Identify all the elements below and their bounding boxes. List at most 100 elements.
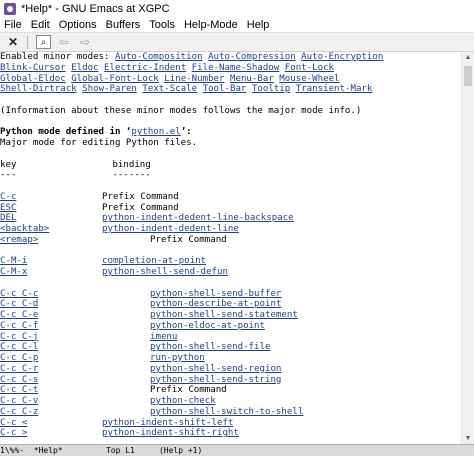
binding-key[interactable]: C-c C-t — [0, 385, 38, 396]
minor-modes-line: Global-Eldoc Global-Font-Lock Line-Numbe… — [0, 74, 460, 85]
command-link[interactable]: python-indent-dedent-line-backspace — [102, 213, 294, 223]
binding-row: C-c < python-indent-shift-left — [0, 418, 460, 429]
binding-key[interactable]: C-c — [0, 192, 16, 203]
minor-mode-link[interactable]: Menu-Bar — [230, 74, 274, 84]
minor-mode-link[interactable]: Font-Lock — [285, 63, 334, 73]
binding-key[interactable]: C-c C-p — [0, 353, 38, 364]
minor-modes-line: Blink-Cursor Eldoc Electric-Indent File-… — [0, 63, 460, 74]
binding-key[interactable]: ESC — [0, 203, 16, 214]
binding-key[interactable]: C-c C-j — [0, 332, 38, 343]
bindings-header-rule: --- ------- — [0, 170, 460, 181]
binding-key[interactable]: C-c C-f — [0, 321, 38, 332]
menu-item-options[interactable]: Options — [55, 19, 102, 31]
binding-key[interactable]: <remap> — [0, 235, 38, 246]
forward-arrow-icon[interactable]: ⇨ — [77, 35, 93, 49]
vertical-scrollbar[interactable]: ▲ ▼ — [461, 52, 474, 444]
minor-mode-link[interactable]: Mouse-Wheel — [279, 74, 339, 84]
binding-key[interactable]: C-c C-r — [0, 364, 38, 375]
command-link[interactable]: python-eldoc-at-point — [150, 321, 265, 331]
command-link[interactable]: run-python — [150, 353, 205, 363]
command-link[interactable]: python-shell-send-string — [150, 375, 281, 385]
menu-item-help-mode[interactable]: Help-Mode — [180, 19, 243, 31]
header-key: key — [0, 159, 17, 170]
binding-key[interactable]: C-c > — [0, 428, 27, 439]
minor-modes-label: Enabled minor modes: — [0, 52, 115, 62]
minor-mode-link[interactable]: File-Name-Shadow — [192, 63, 280, 73]
search-icon[interactable]: ⌕ — [36, 35, 51, 49]
binding-key[interactable]: DEL — [0, 213, 16, 224]
command-link[interactable]: python-shell-switch-to-shell — [150, 407, 303, 417]
command-link[interactable]: python-shell-send-defun — [102, 267, 228, 277]
minor-mode-link[interactable]: Tooltip — [252, 84, 290, 94]
command-link[interactable]: python-indent-shift-left — [102, 418, 233, 428]
menu-item-file[interactable]: File — [0, 19, 27, 31]
binding-row: C-c C-j imenu — [0, 332, 460, 343]
minor-mode-link[interactable]: Auto-Composition — [115, 52, 203, 62]
scroll-up-arrow-icon[interactable]: ▲ — [462, 52, 474, 63]
binding-key[interactable]: C-M-x — [0, 267, 27, 278]
binding-key[interactable]: <backtab> — [0, 224, 49, 235]
scroll-thumb[interactable] — [464, 66, 472, 86]
binding-text: Prefix Command — [102, 191, 179, 202]
command-link[interactable]: python-shell-send-statement — [150, 310, 298, 320]
python-mode-line: Python mode defined in ‘python.el’: — [0, 127, 460, 138]
command-link[interactable]: python-check — [150, 396, 216, 406]
close-buffer-icon[interactable]: ✕ — [5, 35, 21, 49]
python-mode-suffix: ’: — [180, 127, 192, 138]
menu-item-tools[interactable]: Tools — [145, 19, 180, 31]
binding-row: C-c C-f python-eldoc-at-point — [0, 321, 460, 332]
command-link[interactable]: python-indent-dedent-line — [102, 224, 239, 234]
menu-item-edit[interactable]: Edit — [27, 19, 55, 31]
minor-mode-link[interactable]: Global-Font-Lock — [71, 74, 159, 84]
command-link[interactable]: python-describe-at-point — [150, 299, 281, 309]
minor-mode-link[interactable]: Shell-Dirtrack — [0, 84, 77, 94]
binding-row: <backtab> python-indent-dedent-line — [0, 224, 460, 235]
minor-mode-link[interactable]: Line-Number — [164, 74, 224, 84]
binding-row: C-c C-l python-shell-send-file — [0, 342, 460, 353]
command-link[interactable]: python-shell-send-region — [150, 364, 281, 374]
minor-mode-link[interactable]: Global-Eldoc — [0, 74, 66, 84]
command-link[interactable]: completion-at-point — [102, 256, 206, 266]
menu-item-help[interactable]: Help — [243, 19, 275, 31]
menu-bar: File Edit Options Buffers Tools Help-Mode Help — [0, 18, 474, 32]
binding-key[interactable]: C-c C-c — [0, 289, 38, 300]
minor-mode-link[interactable]: Electric-Indent — [104, 63, 186, 73]
minor-mode-link[interactable]: Tool-Bar — [203, 84, 247, 94]
minor-mode-link[interactable]: Auto-Compression — [208, 52, 296, 62]
minor-mode-link[interactable]: Transient-Mark — [296, 84, 373, 94]
python-el-link[interactable]: python.el — [131, 127, 180, 137]
binding-key[interactable]: C-M-i — [0, 256, 27, 267]
minor-mode-link[interactable]: Auto-Encryption — [301, 52, 383, 62]
binding-key[interactable]: C-c C-s — [0, 375, 38, 386]
menu-item-buffers[interactable]: Buffers — [102, 19, 146, 31]
command-link[interactable]: python-shell-send-buffer — [150, 289, 281, 299]
binding-row: C-c > python-indent-shift-right — [0, 428, 460, 439]
scroll-down-arrow-icon[interactable]: ▼ — [462, 433, 474, 444]
header-key-rule: --- — [0, 170, 17, 181]
minor-mode-link[interactable]: Show-Paren — [82, 84, 137, 94]
back-arrow-icon[interactable]: ⇦ — [56, 35, 72, 49]
major-mode-line: Major mode for editing Python files. — [0, 138, 198, 148]
binding-key[interactable]: C-c C-d — [0, 299, 38, 310]
command-link[interactable]: imenu — [150, 332, 177, 342]
binding-row: <remap> Prefix Command — [0, 235, 460, 246]
binding-key[interactable]: C-c C-z — [0, 407, 38, 418]
binding-key[interactable]: C-c C-l — [0, 342, 38, 353]
binding-row: DEL python-indent-dedent-line-backspace — [0, 213, 460, 224]
minor-mode-link[interactable]: Text-Scale — [142, 84, 197, 94]
binding-key[interactable]: C-c < — [0, 418, 27, 429]
binding-key[interactable]: C-c C-v — [0, 396, 38, 407]
command-link[interactable]: python-shell-send-file — [150, 342, 270, 352]
binding-key[interactable]: C-c C-e — [0, 310, 38, 321]
minor-mode-link[interactable]: Blink-Cursor — [0, 63, 66, 73]
header-binding: binding — [112, 159, 151, 170]
binding-row: C-c C-t Prefix Command — [0, 385, 460, 396]
help-buffer[interactable]: Enabled minor modes: Auto-Composition Au… — [0, 52, 460, 444]
mode-line: 1\%%- *Help* Top L1 (Help +1) — [0, 444, 474, 456]
binding-row: ESC Prefix Command — [0, 203, 460, 214]
binding-row: C-c C-r python-shell-send-region — [0, 364, 460, 375]
command-link[interactable]: python-indent-shift-right — [102, 428, 239, 438]
echo-area — [0, 456, 474, 466]
minor-mode-link[interactable]: Eldoc — [71, 63, 98, 73]
